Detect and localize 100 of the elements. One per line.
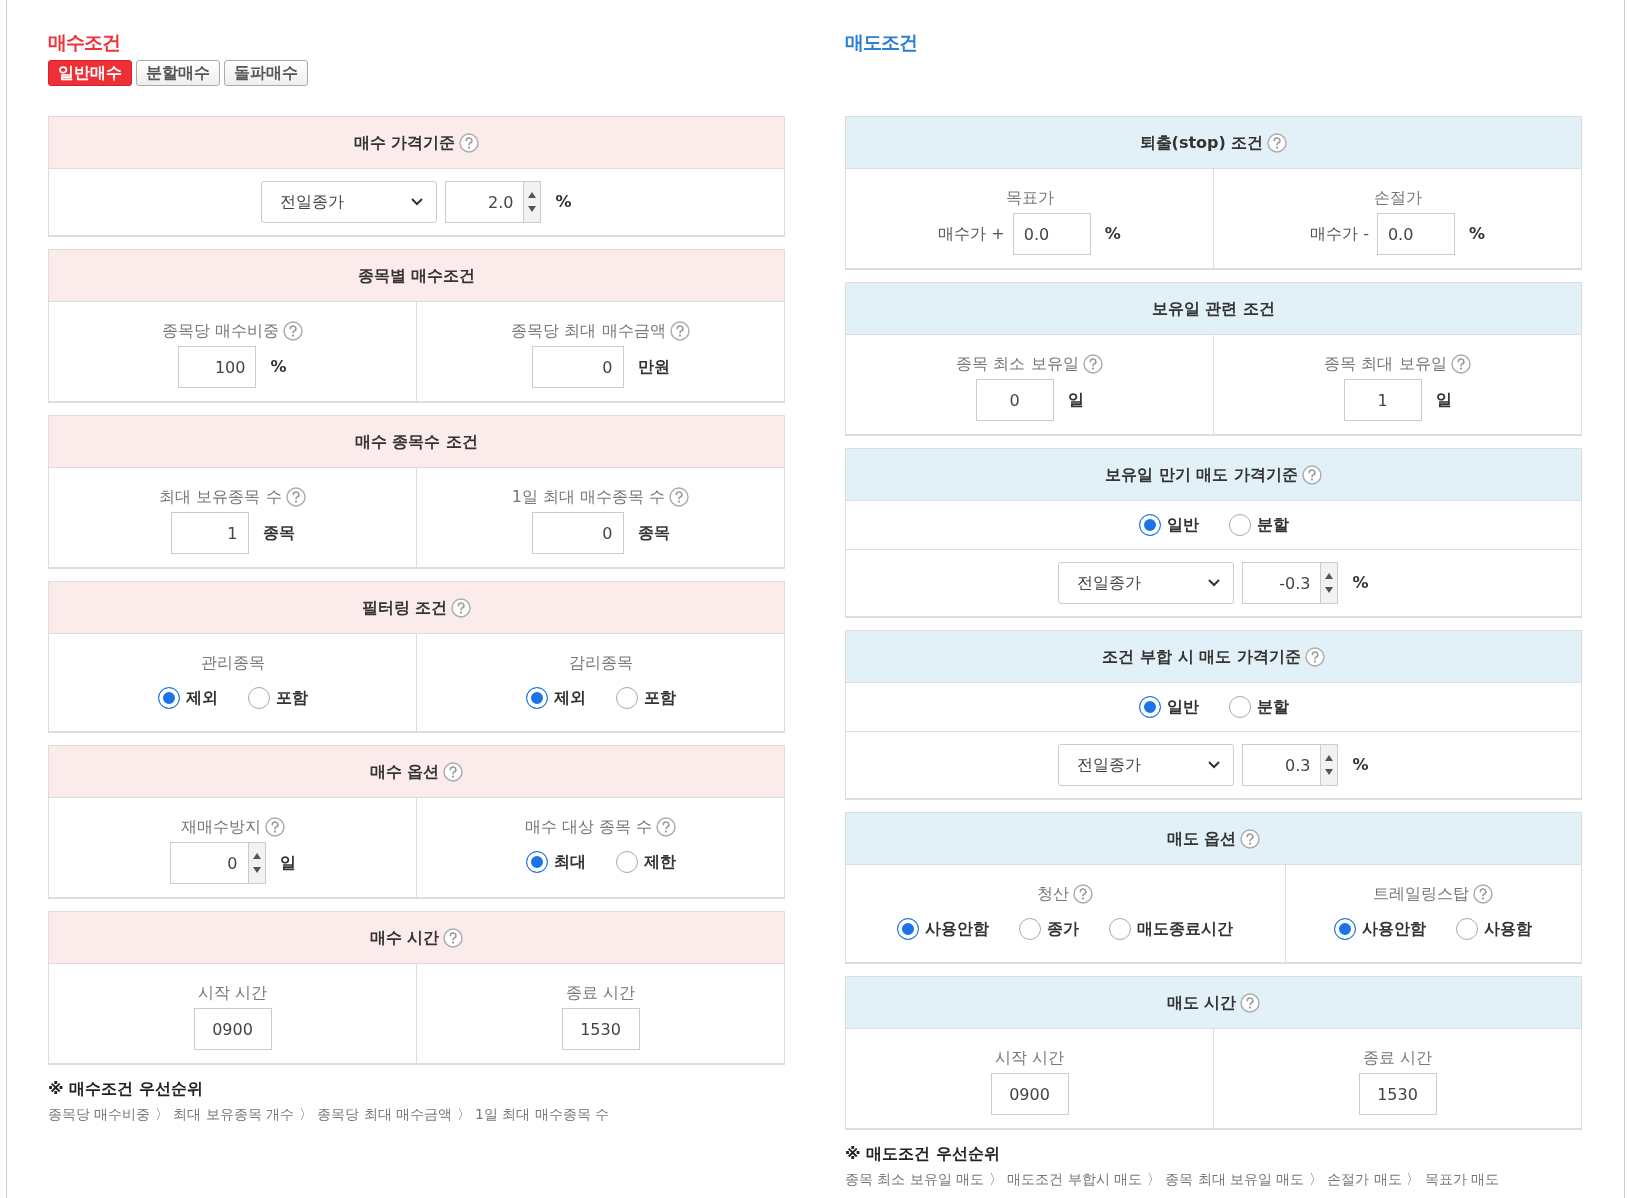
- input-field[interactable]: 0.0: [1376, 213, 1455, 255]
- tab[interactable]: 분할매수: [136, 60, 220, 86]
- spinner-buttons[interactable]: [523, 181, 542, 223]
- unit-label: 일: [1067, 389, 1084, 411]
- radio-option[interactable]: 분할: [1228, 695, 1289, 719]
- input-field[interactable]: 1: [1343, 379, 1422, 421]
- radio-button[interactable]: [1456, 918, 1479, 940]
- help-icon[interactable]: [669, 487, 690, 507]
- radio-button[interactable]: [247, 687, 270, 709]
- unit-label: 만원: [637, 356, 670, 378]
- dropdown[interactable]: 전일종가: [1058, 562, 1235, 604]
- input-field[interactable]: 0.0: [1012, 213, 1091, 255]
- help-icon[interactable]: [1473, 884, 1494, 904]
- radio-option[interactable]: 분할: [1228, 513, 1289, 537]
- field-label: 감리종목: [568, 652, 633, 674]
- radio-button[interactable]: [1228, 696, 1251, 718]
- radio-option[interactable]: 제한: [615, 850, 676, 874]
- help-icon[interactable]: [1301, 464, 1322, 485]
- arrow-down-icon[interactable]: [528, 206, 537, 212]
- field-label: 재매수방지: [180, 816, 261, 838]
- radio-button[interactable]: [1019, 918, 1042, 940]
- radio-option[interactable]: 포함: [615, 686, 676, 710]
- radio-option[interactable]: 사용함: [1456, 917, 1533, 941]
- unit-label: 일: [279, 852, 296, 874]
- help-icon[interactable]: [1240, 992, 1261, 1013]
- radio-option[interactable]: 최대: [525, 850, 586, 874]
- panel-title: 매도조건: [845, 30, 918, 55]
- input-field[interactable]: 0.3: [1242, 744, 1321, 786]
- radio-button[interactable]: [1138, 696, 1161, 718]
- radio-option[interactable]: 제외: [525, 686, 586, 710]
- field-label: 시작 시간: [197, 982, 268, 1004]
- arrow-down-icon[interactable]: [252, 867, 261, 873]
- input-field[interactable]: 1530: [561, 1008, 640, 1050]
- input-field[interactable]: 0900: [193, 1008, 272, 1050]
- input-field[interactable]: 2.0: [445, 181, 524, 223]
- help-icon[interactable]: [285, 487, 306, 507]
- radio-button[interactable]: [157, 687, 180, 709]
- input-field[interactable]: 0900: [990, 1073, 1069, 1115]
- help-icon[interactable]: [656, 817, 677, 837]
- radio-button[interactable]: [1334, 918, 1357, 940]
- input-field[interactable]: 0: [169, 842, 248, 884]
- radio-option[interactable]: 제외: [157, 686, 218, 710]
- input-field[interactable]: 0: [531, 346, 624, 388]
- help-icon[interactable]: [1304, 646, 1325, 667]
- spinner-buttons[interactable]: [1320, 744, 1339, 786]
- section-title: 매수 가격기준: [353, 131, 456, 154]
- tab[interactable]: 일반매수: [48, 60, 132, 86]
- help-icon[interactable]: [443, 761, 464, 782]
- chevron-down-icon: [1207, 578, 1222, 588]
- input-field[interactable]: 1: [170, 512, 249, 554]
- tab[interactable]: 돌파매수: [224, 60, 308, 86]
- radio-option[interactable]: 종가: [1019, 917, 1080, 941]
- input-field[interactable]: -0.3: [1242, 562, 1321, 604]
- help-icon[interactable]: [264, 817, 285, 837]
- input-field[interactable]: 100: [178, 346, 257, 388]
- section-title: 매수 시간: [369, 926, 440, 949]
- unit-label: %: [1104, 223, 1121, 245]
- field-label: 시작 시간: [994, 1047, 1065, 1069]
- input-field[interactable]: 0: [531, 512, 624, 554]
- dropdown[interactable]: 전일종가: [1058, 744, 1235, 786]
- help-icon[interactable]: [451, 597, 472, 618]
- arrow-up-icon[interactable]: [252, 853, 261, 859]
- radio-button[interactable]: [1228, 514, 1251, 536]
- help-icon[interactable]: [1450, 354, 1471, 374]
- radio-option[interactable]: 일반: [1138, 695, 1199, 719]
- field-label: 종료 시간: [1362, 1047, 1433, 1069]
- radio-button[interactable]: [615, 851, 638, 873]
- radio-button[interactable]: [1138, 514, 1161, 536]
- field-label: 종목당 최대 매수금액: [511, 320, 666, 342]
- dropdown[interactable]: 전일종가: [261, 181, 438, 223]
- input-field[interactable]: 1530: [1358, 1073, 1437, 1115]
- help-icon[interactable]: [283, 321, 304, 341]
- radio-button[interactable]: [525, 687, 548, 709]
- arrow-down-icon[interactable]: [1325, 769, 1334, 775]
- field-label: 1일 최대 매수종목 수: [511, 486, 666, 508]
- arrow-down-icon[interactable]: [1325, 587, 1334, 593]
- help-icon[interactable]: [1267, 132, 1288, 153]
- field-label: 관리종목: [200, 652, 265, 674]
- arrow-up-icon[interactable]: [528, 192, 537, 198]
- section-title: 매수 종목수 조건: [354, 430, 479, 453]
- help-icon[interactable]: [669, 321, 690, 341]
- input-field[interactable]: 0: [975, 379, 1054, 421]
- arrow-up-icon[interactable]: [1325, 755, 1334, 761]
- radio-option[interactable]: 사용안함: [897, 917, 990, 941]
- radio-option[interactable]: 포함: [247, 686, 308, 710]
- arrow-up-icon[interactable]: [1325, 573, 1334, 579]
- radio-option[interactable]: 사용안함: [1334, 917, 1427, 941]
- radio-button[interactable]: [615, 687, 638, 709]
- help-icon[interactable]: [1082, 354, 1103, 374]
- radio-option[interactable]: 매도종료시간: [1109, 917, 1234, 941]
- prefix-label: 매수가 +: [938, 223, 1005, 245]
- help-icon[interactable]: [443, 927, 464, 948]
- spinner-buttons[interactable]: [1320, 562, 1339, 604]
- help-icon[interactable]: [459, 132, 480, 153]
- radio-button[interactable]: [897, 918, 920, 940]
- help-icon[interactable]: [1073, 884, 1094, 904]
- radio-button[interactable]: [1109, 918, 1132, 940]
- help-icon[interactable]: [1240, 828, 1261, 849]
- radio-option[interactable]: 일반: [1138, 513, 1199, 537]
- radio-button[interactable]: [525, 851, 548, 873]
